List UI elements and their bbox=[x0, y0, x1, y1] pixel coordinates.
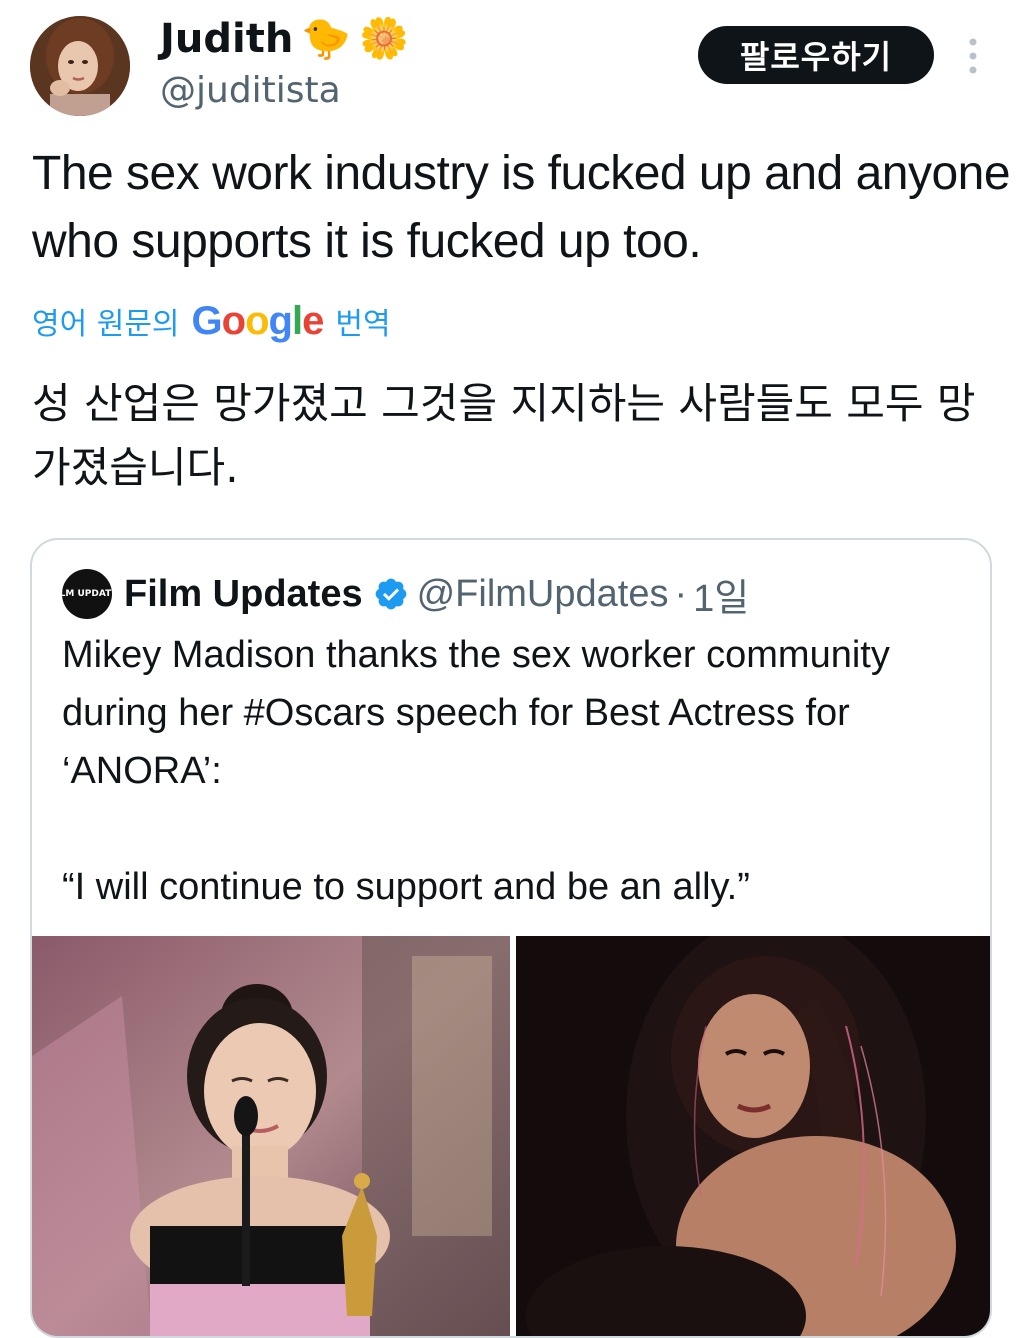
follow-button[interactable]: 팔로우하기 bbox=[698, 26, 934, 84]
duck-emoji-icon: 🐤 bbox=[301, 16, 352, 62]
translation-link[interactable]: 영어 원문의 Google 번역 bbox=[32, 296, 391, 346]
media-photo-right[interactable] bbox=[516, 936, 990, 1336]
more-options-button[interactable] bbox=[960, 34, 986, 78]
separator-dot: · bbox=[674, 572, 688, 615]
quoted-author-avatar[interactable]: FILM UPDATES bbox=[50, 569, 124, 619]
google-logo-icon: Google bbox=[191, 298, 325, 343]
author-handle[interactable]: @juditista bbox=[160, 68, 341, 114]
tweet-text: The sex work industry is fucked up and a… bbox=[32, 147, 1011, 268]
quoted-timestamp[interactable]: 1일 bbox=[693, 567, 749, 622]
quoted-tweet-header: FILM UPDATES Film Updates @FilmUpdates ·… bbox=[50, 566, 749, 622]
author-avatar[interactable] bbox=[30, 16, 130, 116]
translation-suffix: 번역 bbox=[335, 307, 391, 342]
display-name-text: Judith bbox=[160, 16, 294, 62]
quoted-display-name[interactable]: Film Updates bbox=[124, 573, 363, 616]
translated-text: 성 산업은 망가졌고 그것을 지지하는 사람들도 모두 망가졌습니다. bbox=[32, 379, 976, 492]
quoted-tweet-text: Mikey Madison thanks the sex worker comm… bbox=[62, 634, 890, 908]
vertical-dots-icon bbox=[969, 38, 977, 74]
flower-emoji-icon: 🌼 bbox=[359, 16, 409, 62]
verified-badge-icon bbox=[375, 578, 406, 610]
quoted-tweet-card[interactable]: FILM UPDATES Film Updates @FilmUpdates ·… bbox=[30, 538, 992, 1338]
author-display-name[interactable]: Judith 🐤 🌼 bbox=[160, 14, 409, 64]
media-photo-left[interactable] bbox=[32, 936, 510, 1336]
profile-photo-icon bbox=[30, 16, 130, 116]
quoted-handle[interactable]: @FilmUpdates bbox=[417, 573, 669, 616]
photo-oscars-speech-icon bbox=[32, 936, 510, 1336]
translation-prefix: 영어 원문의 bbox=[32, 307, 180, 342]
photo-portrait-icon bbox=[516, 936, 990, 1336]
quoted-avatar-label: FILM UPDATES bbox=[50, 588, 124, 599]
